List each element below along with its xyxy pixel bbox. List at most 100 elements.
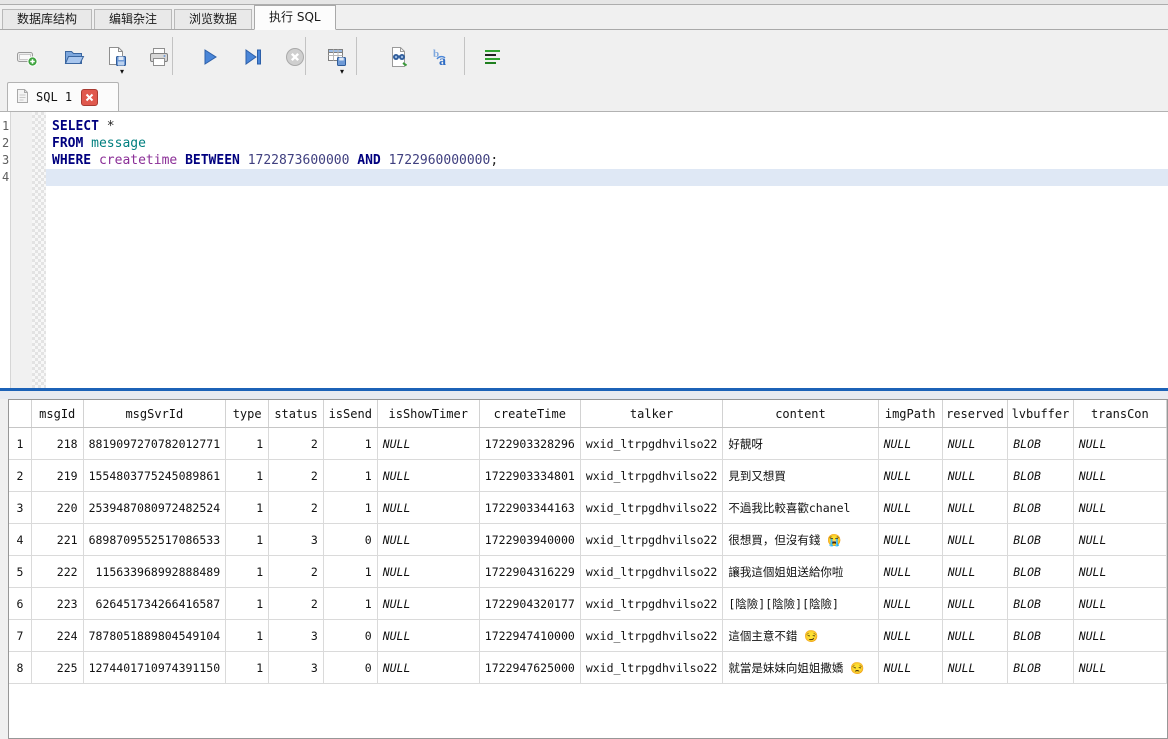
cell-type[interactable]: 1 [225,587,270,620]
close-tab-icon[interactable] [81,88,99,106]
cell-talker[interactable]: wxid_ltrpgdhvilso22 [580,459,724,492]
print-button[interactable] [144,42,174,72]
row-number-cell[interactable]: 7 [9,619,32,652]
cell-content[interactable]: 這個主意不錯 😏 [722,619,879,652]
cell-type[interactable]: 1 [225,555,270,588]
execute-all-button[interactable] [194,42,224,72]
cell-content[interactable]: 就當是妹妹向姐姐撒嬌 😒 [722,651,879,684]
cell-isSend[interactable]: 1 [323,587,378,620]
cell-lvbuffer[interactable]: BLOB [1007,587,1074,620]
cell-type[interactable]: 1 [225,523,270,556]
cell-type[interactable]: 1 [225,491,270,524]
cell-content[interactable]: 不過我比較喜歡chanel [722,491,879,524]
cell-imgPath[interactable]: NULL [878,491,943,524]
cell-lvbuffer[interactable]: BLOB [1007,619,1074,652]
cell-content[interactable]: 很想買，但沒有錢 😭 [722,523,879,556]
row-number-header[interactable] [9,400,32,428]
column-header-reserved[interactable]: reserved [942,400,1009,428]
cell-msgSvrId[interactable]: 6898709552517086533 [83,523,227,556]
cell-isSend[interactable]: 0 [323,619,378,652]
cell-status[interactable]: 2 [268,427,324,460]
cell-transCon[interactable]: NULL [1073,651,1167,684]
cell-type[interactable]: 1 [225,651,270,684]
cell-status[interactable]: 2 [268,555,324,588]
row-number-cell[interactable]: 2 [9,459,32,492]
cell-imgPath[interactable]: NULL [878,523,943,556]
row-number-cell[interactable]: 1 [9,427,32,460]
cell-status[interactable]: 3 [268,619,324,652]
cell-reserved[interactable]: NULL [942,427,1009,460]
cell-reserved[interactable]: NULL [942,619,1009,652]
cell-isShowTimer[interactable]: NULL [377,555,480,588]
new-sql-tab-button[interactable] [12,42,42,72]
cell-imgPath[interactable]: NULL [878,651,943,684]
cell-createTime[interactable]: 1722947410000 [479,619,581,652]
cell-imgPath[interactable]: NULL [878,619,943,652]
cell-transCon[interactable]: NULL [1073,523,1167,556]
cell-msgId[interactable]: 223 [31,587,84,620]
column-header-msgSvrId[interactable]: msgSvrId [83,400,227,428]
cell-msgSvrId[interactable]: 7878051889804549104 [83,619,227,652]
cell-isSend[interactable]: 0 [323,523,378,556]
cell-reserved[interactable]: NULL [942,555,1009,588]
cell-createTime[interactable]: 1722903344163 [479,491,581,524]
row-number-cell[interactable]: 8 [9,651,32,684]
cell-talker[interactable]: wxid_ltrpgdhvilso22 [580,523,724,556]
editor-line-3[interactable]: 3 WHERE createtime BETWEEN 1722873600000 … [0,152,1168,169]
cell-isShowTimer[interactable]: NULL [377,587,480,620]
cell-msgId[interactable]: 218 [31,427,84,460]
cell-status[interactable]: 2 [268,587,324,620]
cell-content[interactable]: 見到又想買 [722,459,879,492]
cell-msgSvrId[interactable]: 1554803775245089861 [83,459,227,492]
cell-msgId[interactable]: 220 [31,491,84,524]
sql-document-tab[interactable]: SQL 1 [7,82,119,111]
cell-msgSvrId[interactable]: 8819097270782012771 [83,427,227,460]
column-header-isSend[interactable]: isSend [323,400,378,428]
column-header-isShowTimer[interactable]: isShowTimer [377,400,480,428]
row-number-cell[interactable]: 4 [9,523,32,556]
cell-msgId[interactable]: 221 [31,523,84,556]
cell-imgPath[interactable]: NULL [878,587,943,620]
cell-msgId[interactable]: 219 [31,459,84,492]
editor-line-1[interactable]: 1 SELECT * [0,118,1168,135]
cell-transCon[interactable]: NULL [1073,619,1167,652]
cell-type[interactable]: 1 [225,619,270,652]
cell-status[interactable]: 3 [268,651,324,684]
find-in-file-button[interactable] [384,42,414,72]
cell-isShowTimer[interactable]: NULL [377,491,480,524]
cell-msgSvrId[interactable]: 2539487080972482524 [83,491,227,524]
cell-lvbuffer[interactable]: BLOB [1007,523,1074,556]
cell-msgSvrId[interactable]: 1274401710974391150 [83,651,227,684]
row-number-cell[interactable]: 5 [9,555,32,588]
column-header-createTime[interactable]: createTime [479,400,581,428]
cell-isShowTimer[interactable]: NULL [377,651,480,684]
column-header-talker[interactable]: talker [580,400,724,428]
cell-talker[interactable]: wxid_ltrpgdhvilso22 [580,587,724,620]
column-header-msgId[interactable]: msgId [31,400,84,428]
sql-editor[interactable]: 1 SELECT * 2 FROM message 3 WHERE createtime … [0,111,1168,388]
cell-content[interactable]: 好靚呀 [722,427,879,460]
row-number-cell[interactable]: 6 [9,587,32,620]
cell-imgPath[interactable]: NULL [878,555,943,588]
cell-transCon[interactable]: NULL [1073,587,1167,620]
cell-imgPath[interactable]: NULL [878,427,943,460]
tab-structure[interactable]: 数据库结构 [2,9,93,29]
column-header-status[interactable]: status [268,400,324,428]
editor-line-2[interactable]: 2 FROM message [0,135,1168,152]
tab-execute[interactable]: 执行 SQL [254,5,336,30]
cell-transCon[interactable]: NULL [1073,555,1167,588]
row-number-cell[interactable]: 3 [9,491,32,524]
format-sql-button[interactable] [478,42,508,72]
cell-msgId[interactable]: 222 [31,555,84,588]
cell-talker[interactable]: wxid_ltrpgdhvilso22 [580,491,724,524]
execute-current-line-button[interactable] [238,42,268,72]
cell-isSend[interactable]: 1 [323,491,378,524]
cell-lvbuffer[interactable]: BLOB [1007,491,1074,524]
cell-createTime[interactable]: 1722904316229 [479,555,581,588]
cell-createTime[interactable]: 1722903334801 [479,459,581,492]
cell-type[interactable]: 1 [225,459,270,492]
cell-talker[interactable]: wxid_ltrpgdhvilso22 [580,619,724,652]
cell-createTime[interactable]: 1722947625000 [479,651,581,684]
cell-isShowTimer[interactable]: NULL [377,619,480,652]
cell-content[interactable]: 讓我這個姐姐送給你啦 [722,555,879,588]
